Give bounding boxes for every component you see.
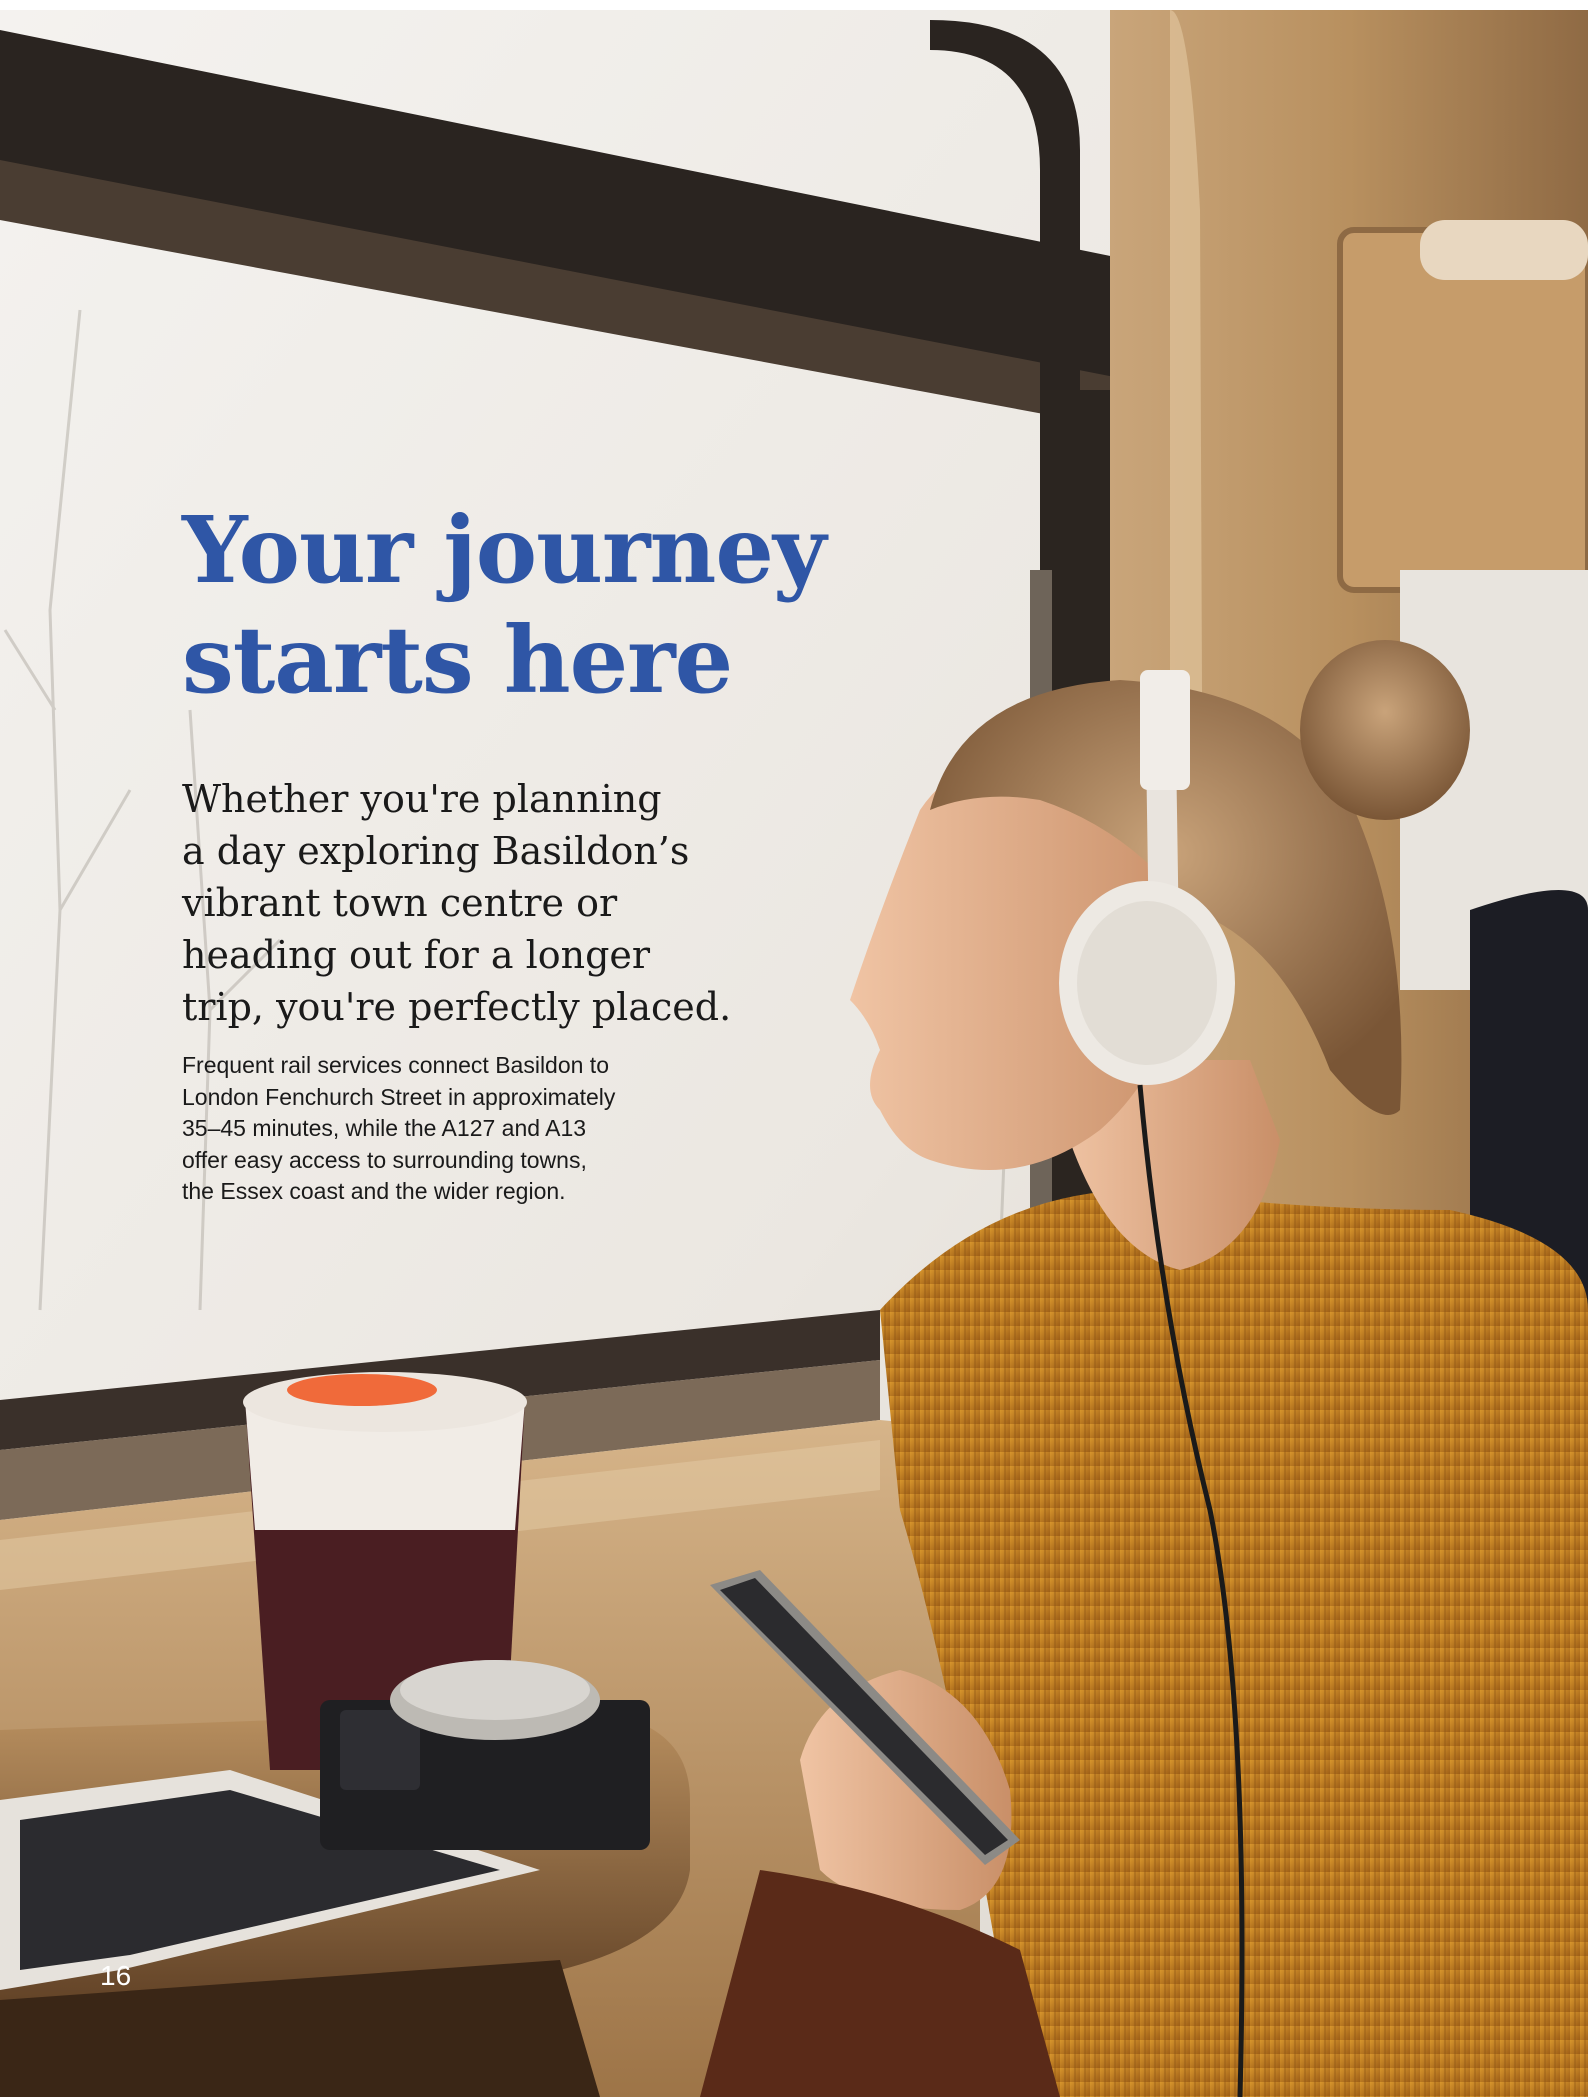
lead-line: a day exploring Basildon’s [182,829,690,873]
lead-paragraph: Whether you're planning a day exploring … [182,773,882,1033]
page-number: 16 [100,1960,132,1991]
lead-line: trip, you're perfectly placed. [182,985,732,1029]
page-title: Your journey starts here [182,495,942,715]
body-line: London Fenchurch Street in approximately [182,1083,616,1110]
lead-line: vibrant town centre or [182,881,618,925]
title-line: Your journey [182,496,826,604]
body-line: the Essex coast and the wider region. [182,1178,566,1204]
lead-line: Whether you're planning [182,777,662,821]
body-line: Frequent rail services connect Basildon … [182,1052,609,1078]
brochure-page: Your journey starts here Whether you're … [0,0,1588,2097]
body-paragraph: Frequent rail services connect Basildon … [182,1050,742,1208]
body-line: 35–45 minutes, while the A127 and A13 [182,1115,587,1141]
lead-line: heading out for a longer [182,933,651,977]
top-margin [0,0,1588,10]
title-line: starts here [182,606,733,714]
body-line: offer easy access to surrounding towns, [182,1146,587,1173]
